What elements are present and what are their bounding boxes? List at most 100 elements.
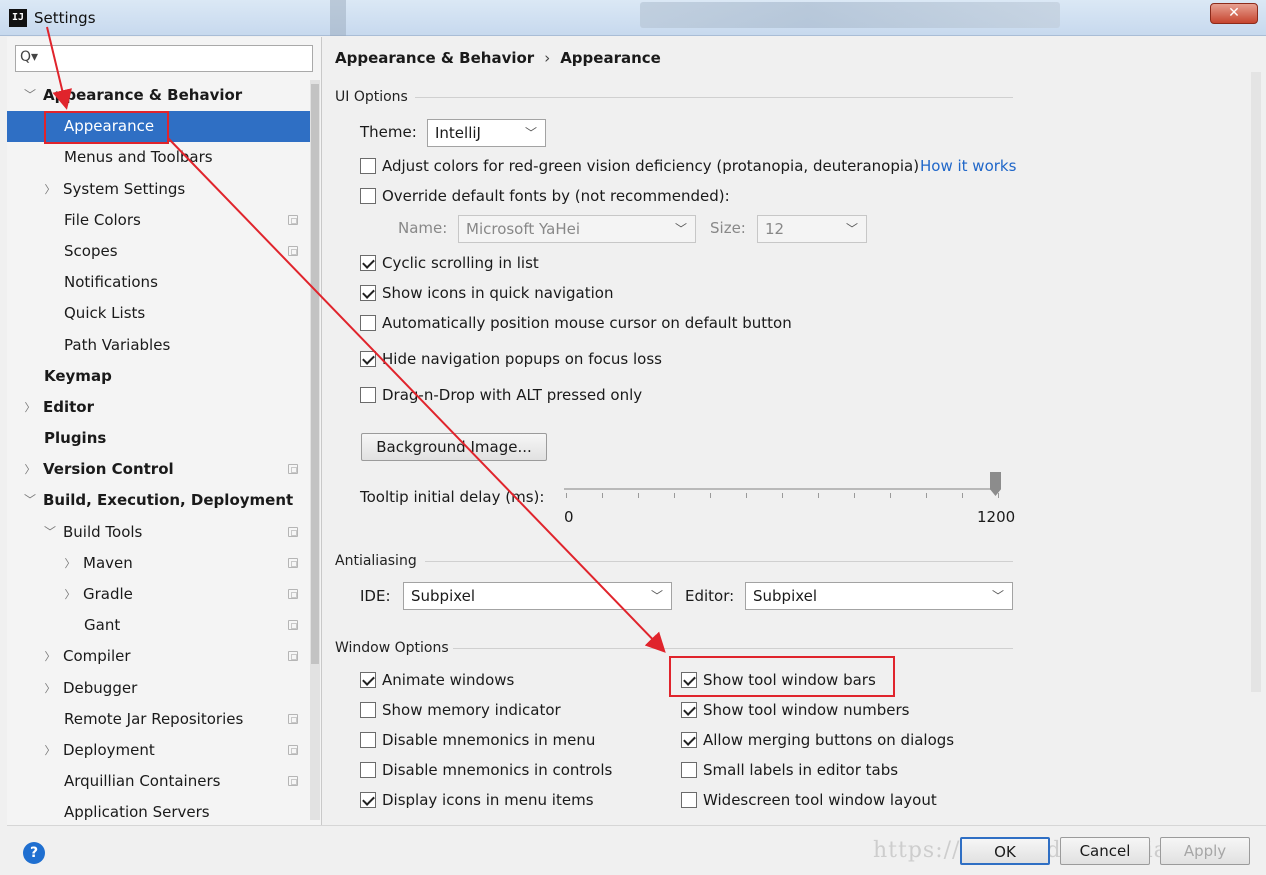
tree-item-application-servers[interactable]: Application Servers (7, 797, 310, 825)
tree-item-editor[interactable]: 〉 Editor (7, 392, 310, 423)
project-scope-icon (288, 744, 298, 755)
tree-item-label: Scopes (64, 241, 118, 260)
tree-item-label: File Colors (64, 210, 141, 229)
adjust-colors-checkbox[interactable] (360, 158, 376, 174)
tree-item-quick-lists[interactable]: Quick Lists (7, 298, 310, 329)
tree-item-appearance-and-behavior[interactable]: ﹀ Appearance & Behavior (7, 80, 310, 111)
theme-select[interactable]: IntelliJ ﹀ (427, 119, 546, 147)
hide-nav-popups-checkbox[interactable] (360, 351, 376, 367)
tree-item-scopes[interactable]: Scopes (7, 236, 310, 267)
disable-mnemonics-in-menu-checkbox[interactable] (360, 732, 376, 748)
chevron-right-icon[interactable]: 〉 (44, 673, 56, 704)
widescreen-tool-window-layout-label: Widescreen tool window layout (703, 791, 937, 809)
tree-item-compiler[interactable]: 〉 Compiler (7, 641, 310, 672)
breadcrumb-parent: Appearance & Behavior (335, 49, 535, 67)
show-icons-nav-checkbox[interactable] (360, 285, 376, 301)
project-scope-icon (288, 557, 298, 568)
tree-item-arquillian-containers[interactable]: Arquillian Containers (7, 766, 310, 797)
help-icon[interactable]: ? (23, 842, 45, 864)
title-bar: IJ Settings ✕ (0, 0, 1266, 36)
chevron-down-icon: ﹀ (524, 126, 537, 140)
override-fonts-label: Override default fonts by (not recommend… (382, 187, 730, 205)
tree-item-file-colors[interactable]: File Colors (7, 205, 310, 236)
project-scope-icon (288, 713, 298, 724)
chevron-right-icon[interactable]: 〉 (44, 174, 56, 205)
tree-item-build-tools[interactable]: ﹀ Build Tools (7, 517, 310, 548)
background-image-button[interactable]: Background Image... (361, 433, 547, 461)
disable-mnemonics-in-controls-label: Disable mnemonics in controls (382, 761, 613, 779)
tree-item-maven[interactable]: 〉 Maven (7, 548, 310, 579)
tree-scrollbar[interactable] (310, 80, 320, 820)
chevron-right-icon[interactable]: 〉 (44, 641, 56, 672)
tree-item-gant[interactable]: Gant (7, 610, 310, 641)
cancel-button[interactable]: Cancel (1060, 837, 1150, 865)
tree-item-label: Arquillian Containers (64, 772, 221, 791)
antialiasing-divider (425, 561, 1013, 562)
tooltip-delay-slider[interactable] (564, 488, 998, 490)
show-memory-indicator-checkbox[interactable] (360, 702, 376, 718)
chevron-right-icon[interactable]: 〉 (24, 392, 36, 423)
slider-tick (710, 493, 711, 498)
breadcrumb-separator: › (544, 49, 551, 67)
slider-tick (674, 493, 675, 498)
tree-item-label: Deployment (63, 740, 155, 759)
animate-windows-checkbox[interactable] (360, 672, 376, 688)
cyclic-scrolling-checkbox[interactable] (360, 255, 376, 271)
ide-antialiasing-select[interactable]: Subpixel ﹀ (403, 582, 672, 610)
tree-item-path-variables[interactable]: Path Variables (7, 330, 310, 361)
tree-item-label: Version Control (43, 460, 174, 479)
chevron-right-icon[interactable]: 〉 (64, 579, 76, 610)
window-options-header: Window Options (335, 640, 449, 656)
tree-item-notifications[interactable]: Notifications (7, 267, 310, 298)
editor-antialiasing-select[interactable]: Subpixel ﹀ (745, 582, 1013, 610)
slider-tick (818, 493, 819, 498)
chevron-down-icon: ﹀ (674, 222, 687, 236)
close-button[interactable]: ✕ (1210, 3, 1258, 24)
chevron-down-icon: ﹀ (650, 589, 663, 603)
how-it-works-link[interactable]: How it works (920, 155, 1016, 177)
tree-item-label: Quick Lists (64, 304, 146, 323)
small-labels-in-editor-tabs-checkbox[interactable] (681, 762, 697, 778)
chevron-right-icon[interactable]: 〉 (24, 454, 36, 485)
tree-item-remote-jar-repositories[interactable]: Remote Jar Repositories (7, 704, 310, 735)
chevron-down-icon[interactable]: ﹀ (24, 485, 36, 516)
show-tool-window-numbers-checkbox[interactable] (681, 702, 697, 718)
show-memory-indicator-label: Show memory indicator (382, 701, 561, 719)
allow-merging-buttons-on-dialogs-checkbox[interactable] (681, 732, 697, 748)
tooltip-max-label: 1200 (977, 508, 1016, 526)
chevron-down-icon[interactable]: ﹀ (24, 80, 36, 111)
override-fonts-checkbox[interactable] (360, 188, 376, 204)
apply-button[interactable]: Apply (1160, 837, 1250, 865)
ui-options-divider (415, 97, 1013, 98)
search-input[interactable]: Q▾ (15, 45, 313, 72)
tooltip-delay-label: Tooltip initial delay (ms): (360, 488, 545, 506)
tree-item-build-execution-deployment[interactable]: ﹀ Build, Execution, Deployment (7, 485, 310, 516)
drag-n-drop-checkbox[interactable] (360, 387, 376, 403)
chevron-right-icon[interactable]: 〉 (44, 735, 56, 766)
widescreen-tool-window-layout-checkbox[interactable] (681, 792, 697, 808)
tree-scrollbar-thumb[interactable] (311, 84, 319, 664)
tree-item-system-settings[interactable]: 〉 System Settings (7, 174, 310, 205)
chevron-right-icon[interactable]: 〉 (64, 548, 76, 579)
chevron-down-icon[interactable]: ﹀ (44, 517, 56, 548)
window-options-divider (453, 648, 1013, 649)
display-icons-in-menu-items-checkbox[interactable] (360, 792, 376, 808)
slider-tick (566, 493, 567, 498)
show-icons-nav-label: Show icons in quick navigation (382, 284, 614, 302)
disable-mnemonics-in-controls-checkbox[interactable] (360, 762, 376, 778)
ui-options-header: UI Options (335, 89, 408, 105)
tree-item-debugger[interactable]: 〉 Debugger (7, 673, 310, 704)
tree-item-deployment[interactable]: 〉 Deployment (7, 735, 310, 766)
tree-item-menus-and-toolbars[interactable]: Menus and Toolbars (7, 142, 310, 173)
antialiasing-header: Antialiasing (335, 553, 417, 569)
tree-item-version-control[interactable]: 〉 Version Control (7, 454, 310, 485)
tree-item-label: Remote Jar Repositories (64, 709, 244, 728)
tree-item-gradle[interactable]: 〉 Gradle (7, 579, 310, 610)
tree-item-keymap[interactable]: Keymap (7, 361, 310, 392)
auto-position-checkbox[interactable] (360, 315, 376, 331)
ok-button[interactable]: OK (960, 837, 1050, 865)
settings-scrollbar[interactable] (1251, 72, 1261, 692)
ide-antialiasing-value: Subpixel (411, 587, 476, 605)
tree-item-plugins[interactable]: Plugins (7, 423, 310, 454)
tooltip-delay-slider-thumb[interactable] (990, 472, 1001, 496)
